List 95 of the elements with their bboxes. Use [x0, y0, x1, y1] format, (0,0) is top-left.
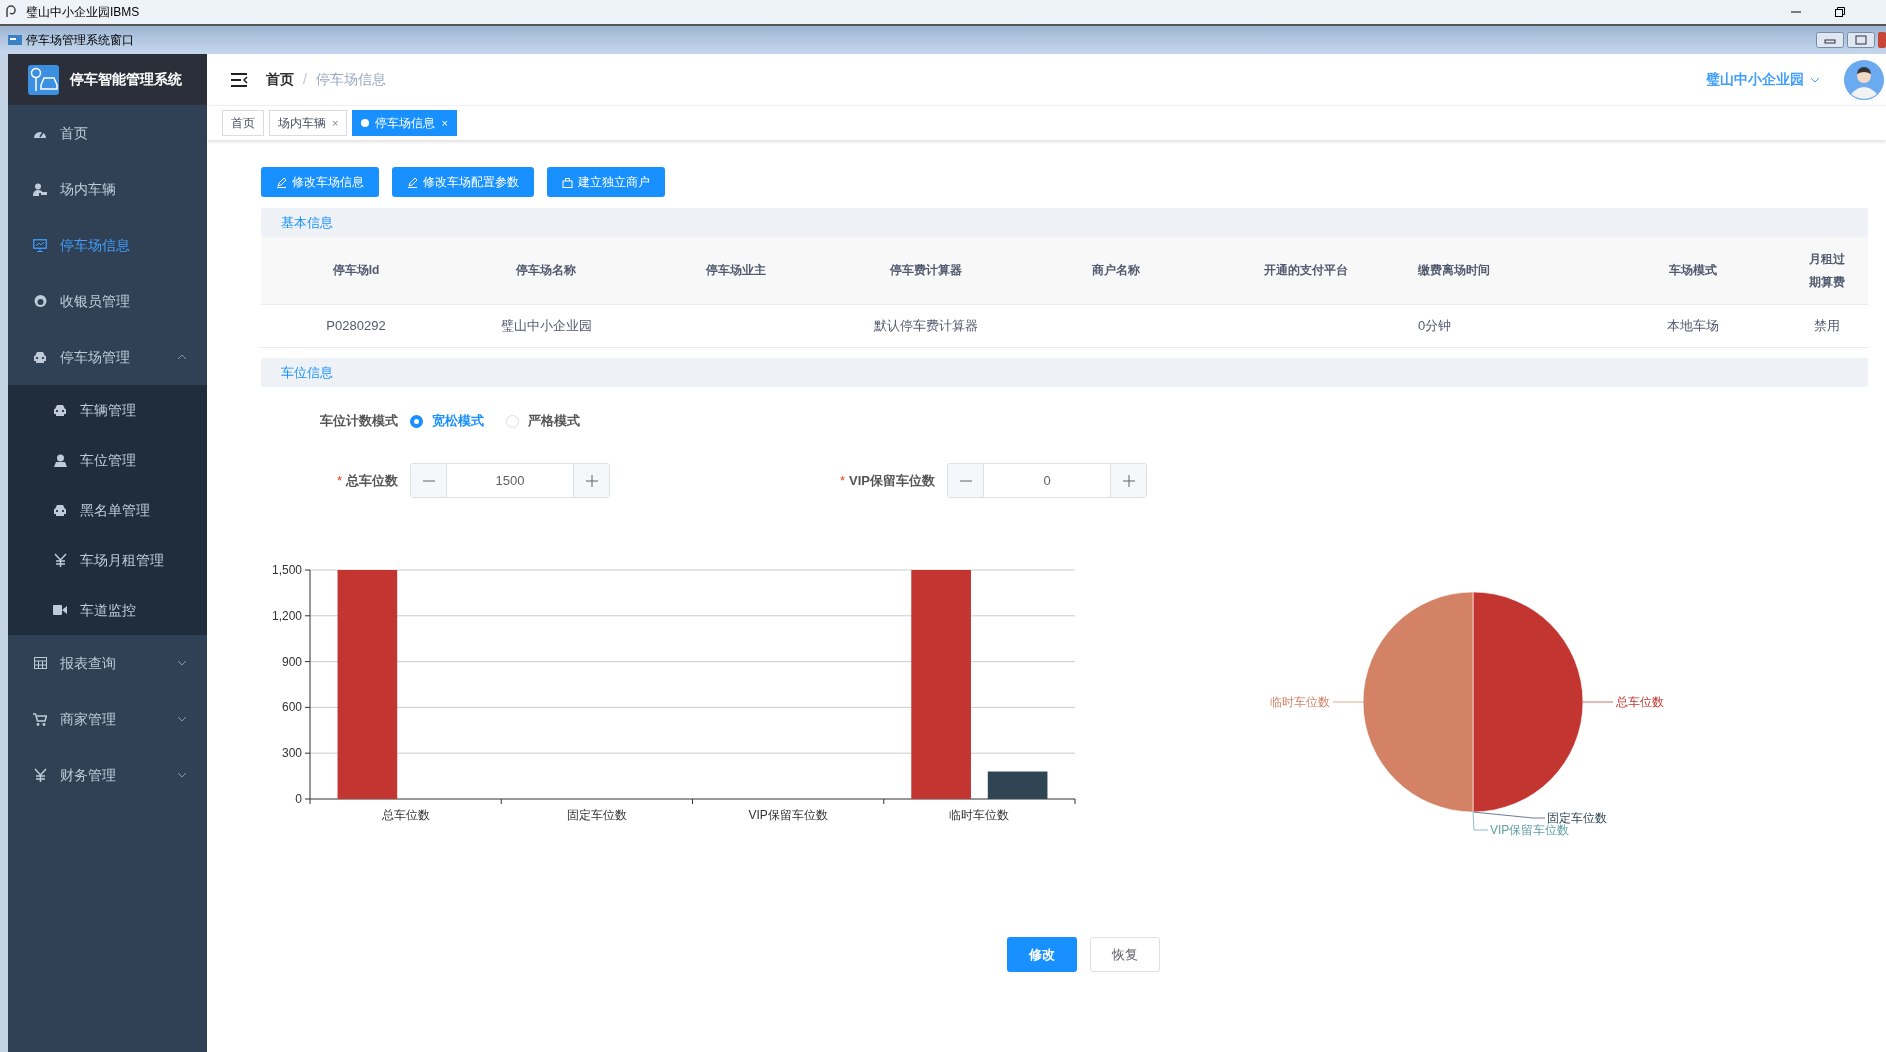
axis-tick-label: 900 — [281, 654, 302, 669]
sidebar-item[interactable]: 商家管理 — [8, 691, 207, 747]
cart-icon — [32, 712, 48, 726]
section-title: 基本信息 — [281, 213, 333, 232]
cashier-icon — [32, 294, 48, 308]
table-cell-text: 本地车场 — [1667, 317, 1719, 336]
edit-icon — [407, 176, 418, 188]
value-text: 0 — [1042, 471, 1052, 490]
sidebar-item[interactable]: 收银员管理 — [8, 273, 207, 329]
app-icon — [8, 35, 22, 45]
pie-label: 总车位数 — [1616, 695, 1664, 709]
axis-category-label: 固定车位数 — [566, 808, 627, 822]
value-text: 1500 — [494, 471, 526, 490]
pie-label: 临时车位数 — [1270, 695, 1330, 709]
video-camera-icon — [52, 605, 68, 615]
number-input[interactable]: 0 — [947, 463, 1147, 498]
avatar[interactable] — [1844, 59, 1884, 100]
sidebar-item[interactable]: 首页 — [8, 105, 207, 161]
table-cell-text: 默认停车费计算器 — [874, 317, 978, 336]
table-cell-text: 禁用 — [1813, 317, 1840, 336]
field-label: 车位计数模式 — [319, 412, 398, 431]
person-icon — [32, 182, 48, 196]
car-icon — [52, 504, 68, 516]
leader-line — [1332, 701, 1364, 703]
submenu-item[interactable]: 车位管理 — [8, 435, 207, 485]
yen-icon — [52, 553, 68, 567]
sidebar-item[interactable]: 停车场信息 — [8, 217, 207, 273]
app-title: 停车智能管理系统 — [70, 70, 182, 89]
leader-line — [1582, 701, 1614, 703]
breadcrumb-item[interactable]: 首页 — [266, 69, 294, 90]
column-header: 停车费计算器 — [890, 262, 962, 279]
minus-icon[interactable] — [411, 464, 447, 497]
window-title: 璧山中小企业园IBMS — [26, 4, 140, 21]
sidebar-item[interactable]: 财务管理 — [8, 747, 207, 803]
sidebar-item[interactable]: 报表查询 — [8, 635, 207, 691]
axis-tick-label: 1,500 — [271, 563, 302, 577]
app-icon — [4, 5, 18, 19]
axis-tick-label: 0 — [295, 792, 302, 806]
column-header: 车场模式 — [1669, 262, 1717, 279]
column-header: 月租过期算费 — [1807, 250, 1846, 291]
close-icon[interactable]: × — [332, 114, 339, 132]
minimize-icon[interactable] — [1816, 32, 1844, 48]
monitor-icon — [32, 238, 48, 252]
chevron-icon — [1810, 76, 1820, 83]
axis-tick-label: 600 — [281, 700, 302, 715]
minus-icon[interactable] — [948, 464, 984, 497]
column-header: 停车场Id — [332, 262, 380, 279]
logo-icon — [28, 64, 59, 95]
required-mark: * — [336, 471, 342, 490]
column-header: 开通的支付平台 — [1264, 262, 1348, 279]
edit-icon — [276, 176, 287, 188]
column-header: 缴费离场时间 — [1418, 262, 1490, 279]
table-cell-text: 0分钟 — [1418, 317, 1452, 336]
reset-button[interactable]: 恢复 — [1090, 937, 1160, 972]
required-mark: * — [839, 471, 846, 490]
field-label: VIP保留车位数 — [849, 471, 935, 490]
axis-tick-label: 300 — [281, 746, 302, 761]
field-label: 总车位数 — [346, 471, 398, 490]
column-header: 停车场业主 — [706, 262, 766, 279]
restore-icon[interactable] — [1834, 6, 1846, 18]
table-cell-text: P0280292 — [326, 317, 386, 336]
column-header: 商户名称 — [1092, 262, 1140, 279]
pie-label: 固定车位数 — [1547, 811, 1607, 825]
yen-icon — [32, 768, 48, 782]
submenu-item[interactable]: 车场月租管理 — [8, 535, 207, 585]
column-header: 停车场名称 — [516, 262, 576, 279]
submenu-item[interactable]: 车道监控 — [8, 585, 207, 635]
axis-category-label: 总车位数 — [381, 808, 430, 822]
section-title: 车位信息 — [281, 363, 333, 382]
table-cell-text: 璧山中小企业园 — [500, 317, 592, 336]
car-icon — [32, 351, 48, 363]
axis-category-label: 临时车位数 — [949, 808, 1010, 822]
sidebar-item[interactable]: 停车场管理 — [8, 329, 207, 385]
breadcrumb-item: 停车场信息 — [315, 70, 386, 89]
tab[interactable]: 首页 — [222, 110, 264, 136]
location-icon — [52, 453, 68, 467]
sidebar-item[interactable]: 场内车辆 — [8, 161, 207, 217]
axis-tick-label: 1,200 — [271, 608, 302, 623]
breadcrumb-separator: / — [303, 70, 307, 89]
plus-icon[interactable] — [1110, 464, 1146, 497]
bag-icon — [562, 176, 573, 188]
pie-label: VIP保留车位数 — [1490, 823, 1570, 837]
submenu-item[interactable]: 黑名单管理 — [8, 485, 207, 535]
axis-category-label: VIP保留车位数 — [748, 808, 828, 822]
bar — [987, 771, 1048, 799]
radio-button[interactable]: 严格模式 — [506, 411, 580, 431]
plus-icon[interactable] — [573, 464, 609, 497]
close-icon[interactable] — [1878, 32, 1886, 48]
car-icon — [52, 404, 68, 416]
submenu-item[interactable]: 车辆管理 — [8, 385, 207, 435]
table-icon — [32, 657, 48, 669]
menu-icon[interactable] — [231, 72, 248, 87]
number-input[interactable]: 1500 — [410, 463, 610, 498]
window-title: 停车场管理系统窗口 — [26, 32, 134, 49]
tab[interactable]: 场内车辆 × — [269, 110, 348, 136]
